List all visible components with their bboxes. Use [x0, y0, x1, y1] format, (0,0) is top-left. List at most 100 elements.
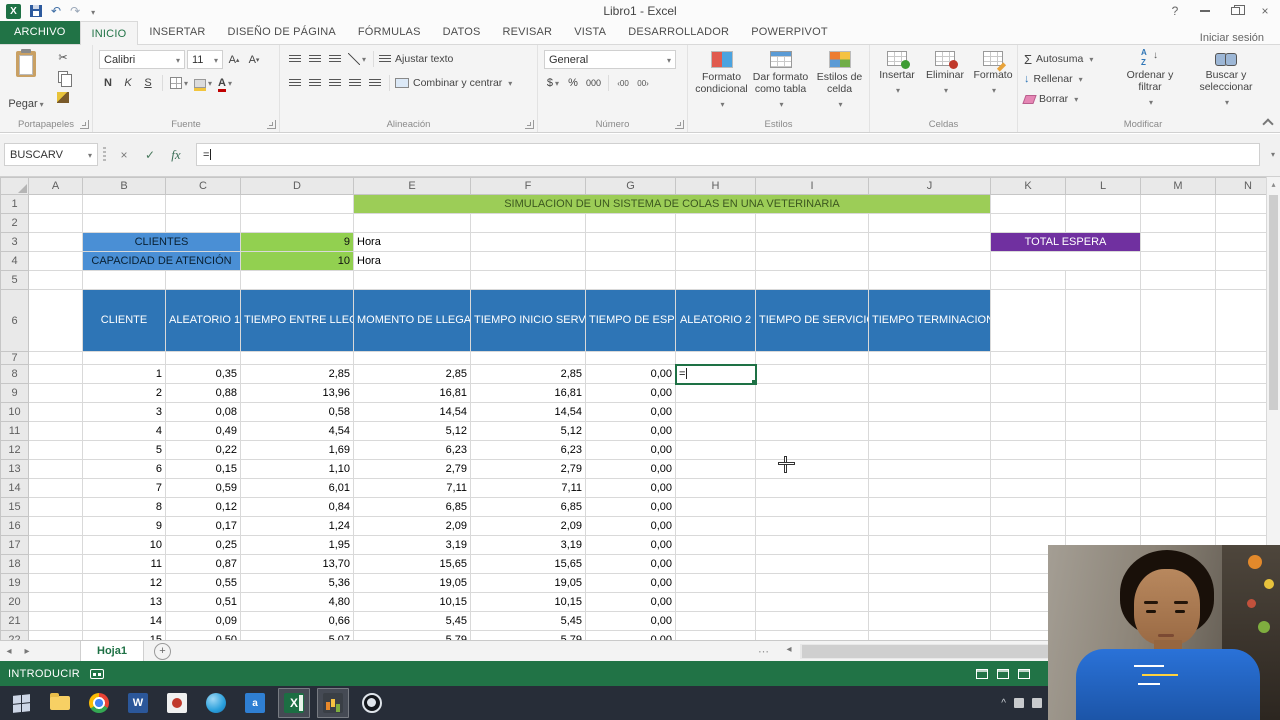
cell[interactable]	[868, 270, 991, 290]
row-header-14[interactable]: 14	[0, 478, 29, 498]
row-header-2[interactable]: 2	[0, 213, 29, 233]
cell[interactable]: 5,12	[353, 421, 471, 441]
row-header-18[interactable]: 18	[0, 554, 29, 574]
cell[interactable]	[990, 497, 1066, 517]
row-header-4[interactable]: 4	[0, 251, 29, 271]
table-column-header[interactable]: CLIENTE	[82, 289, 166, 352]
cell[interactable]	[470, 351, 586, 365]
formula-bar-expand-icon[interactable]	[1269, 149, 1275, 159]
align-left-button[interactable]	[286, 74, 304, 92]
row-header-16[interactable]: 16	[0, 516, 29, 536]
currency-format-button[interactable]: $	[544, 74, 562, 92]
cell[interactable]	[1065, 289, 1141, 352]
row-header-8[interactable]: 8	[0, 364, 29, 384]
normal-view-icon[interactable]	[976, 668, 988, 679]
cell[interactable]: 13,70	[240, 554, 354, 574]
cell[interactable]	[1140, 364, 1216, 384]
cell[interactable]	[675, 383, 756, 403]
cell[interactable]	[755, 383, 869, 403]
cell[interactable]	[755, 251, 869, 271]
tab-datos[interactable]: DATOS	[432, 21, 492, 44]
cell[interactable]: 2,79	[353, 459, 471, 479]
cell[interactable]	[585, 232, 676, 252]
cell[interactable]	[675, 351, 756, 365]
sheet-nav-prev-icon[interactable]: ◂	[0, 646, 18, 657]
cell[interactable]	[675, 497, 756, 517]
taskbar-chart-app[interactable]	[317, 688, 349, 718]
cell[interactable]	[755, 421, 869, 441]
cell[interactable]	[1065, 383, 1141, 403]
insert-function-icon[interactable]: fx	[164, 143, 188, 166]
cell[interactable]	[755, 459, 869, 479]
cell[interactable]: 0,51	[165, 592, 241, 612]
comma-format-button[interactable]: 000	[584, 74, 603, 92]
cell[interactable]	[990, 402, 1066, 422]
cell[interactable]	[675, 459, 756, 479]
cell[interactable]: 19,05	[470, 573, 586, 593]
cell[interactable]	[755, 630, 869, 640]
cell[interactable]	[990, 289, 1066, 352]
cell[interactable]: 4	[82, 421, 166, 441]
restore-icon[interactable]	[1220, 0, 1250, 22]
cell[interactable]	[82, 194, 166, 214]
orientation-button[interactable]	[346, 50, 368, 68]
shrink-font-button[interactable]: A	[245, 51, 263, 69]
cell[interactable]: 10	[82, 535, 166, 555]
tab-vista[interactable]: VISTA	[563, 21, 617, 44]
tray-app-icon[interactable]	[1014, 698, 1024, 708]
cell[interactable]: 2,79	[470, 459, 586, 479]
undo-icon[interactable]: ↶	[51, 5, 61, 17]
cell[interactable]: 0,88	[165, 383, 241, 403]
cell[interactable]	[240, 194, 354, 214]
row-header-11[interactable]: 11	[0, 421, 29, 441]
row-header-7[interactable]: 7	[0, 351, 29, 365]
cell[interactable]	[240, 270, 354, 290]
cell[interactable]: 6,23	[470, 440, 586, 460]
cell[interactable]: 13	[82, 592, 166, 612]
cell[interactable]: 6,85	[353, 497, 471, 517]
cell[interactable]	[28, 194, 83, 214]
page-layout-view-icon[interactable]	[997, 668, 1009, 679]
cell[interactable]	[990, 383, 1066, 403]
cell[interactable]	[28, 364, 83, 384]
clear-button[interactable]: Borrar	[1022, 90, 1093, 108]
row-header-15[interactable]: 15	[0, 497, 29, 517]
sheet-title-banner[interactable]: SIMULACION DE UN SISTEMA DE COLAS EN UNA…	[353, 194, 991, 214]
cell[interactable]	[585, 270, 676, 290]
cell[interactable]	[1140, 402, 1216, 422]
cell[interactable]: 4,80	[240, 592, 354, 612]
cell[interactable]	[755, 364, 869, 384]
cell[interactable]	[868, 459, 991, 479]
column-header-D[interactable]: D	[240, 177, 354, 195]
cell[interactable]	[990, 516, 1066, 536]
table-column-header[interactable]: TIEMPO TERMINACION SERVICIO	[868, 289, 991, 352]
cell[interactable]: 10,15	[470, 592, 586, 612]
grow-font-button[interactable]: A	[225, 51, 243, 69]
formula-input[interactable]: =	[196, 143, 1260, 166]
tab-diseno-de-pagina[interactable]: DISEÑO DE PÁGINA	[217, 21, 347, 44]
taskbar-excel[interactable]: X	[278, 688, 310, 718]
align-bottom-button[interactable]	[326, 50, 344, 68]
row-header-1[interactable]: 1	[0, 194, 29, 214]
cell[interactable]	[1140, 194, 1216, 214]
collapse-ribbon-icon[interactable]	[1262, 116, 1274, 126]
cell[interactable]	[868, 535, 991, 555]
cell[interactable]	[28, 573, 83, 593]
taskbar-chrome[interactable]	[83, 688, 115, 718]
cell[interactable]	[675, 421, 756, 441]
cell[interactable]	[675, 402, 756, 422]
cell[interactable]: 0,50	[165, 630, 241, 640]
active-cell[interactable]: =	[674, 363, 757, 385]
cell[interactable]	[675, 251, 756, 271]
row-header-9[interactable]: 9	[0, 383, 29, 403]
cell[interactable]: 6,23	[353, 440, 471, 460]
cell[interactable]: 0,00	[585, 516, 676, 536]
dialog-launcher-icon[interactable]	[80, 120, 89, 129]
cell[interactable]: 1,95	[240, 535, 354, 555]
cell-styles-button[interactable]: Estilos de celda	[810, 48, 869, 111]
cell[interactable]	[868, 402, 991, 422]
column-header-G[interactable]: G	[585, 177, 676, 195]
cell[interactable]	[470, 251, 586, 271]
cell[interactable]: 5,79	[353, 630, 471, 640]
cell[interactable]	[1065, 364, 1141, 384]
